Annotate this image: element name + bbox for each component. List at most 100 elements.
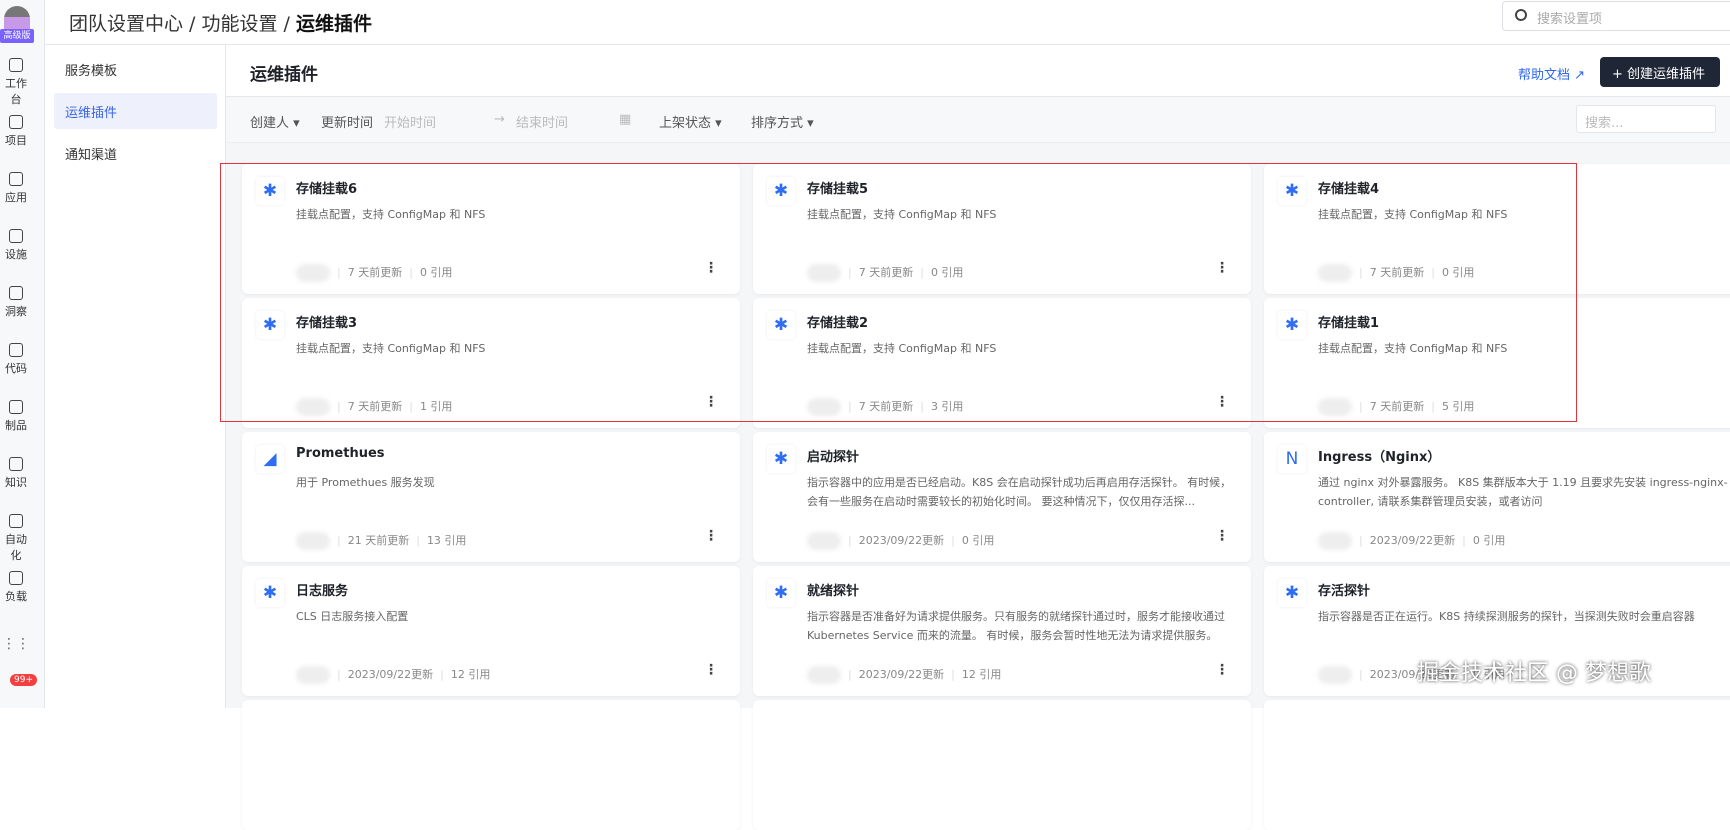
card-meta: | 7 天前更新 | 0 引用	[296, 264, 452, 282]
start-time-input[interactable]: 开始时间	[384, 112, 436, 131]
arrow-right-icon: →	[494, 112, 505, 127]
nav-icon	[9, 514, 23, 528]
card-description: CLS 日志服务接入配置	[296, 610, 409, 623]
rail-item[interactable]: 项目	[0, 115, 32, 148]
rail-item[interactable]: 自动化	[0, 514, 32, 563]
card-updated: 2023/09/22更新	[858, 534, 945, 547]
plugin-card[interactable]: ✱ 启动探针 指示容器中的应用是否已经启动。K8S 会在启动探针成功后再启用存活探针…	[753, 432, 1251, 562]
calendar-icon[interactable]: ▦	[619, 112, 631, 127]
subnav-item-notify-channels[interactable]: 通知渠道	[54, 135, 217, 171]
breadcrumb-current: 运维插件	[295, 13, 372, 35]
plugin-card[interactable]: ✱ 存储挂载2 挂载点配置，支持 ConfigMap 和 NFS | 7 天前更新 | 3 …	[753, 298, 1251, 428]
card-title: 存储挂载6	[296, 182, 358, 197]
rail-item[interactable]: 代码	[0, 343, 32, 376]
plugin-card[interactable]: ✱ 存储挂载3 挂载点配置，支持 ConfigMap 和 NFS | 7 天前更新 | 1 …	[242, 298, 740, 428]
end-time-input[interactable]: 结束时间	[516, 112, 568, 131]
subnav-item-ops-plugins[interactable]: 运维插件	[54, 93, 217, 129]
author-avatar	[296, 264, 330, 282]
card-title: 日志服务	[296, 584, 349, 599]
puzzle-icon: ✱	[256, 311, 284, 339]
card-description: 通过 nginx 对外暴露服务。 K8S 集群版本大于 1.19 且要求先安装 …	[1318, 476, 1728, 508]
notification-badge[interactable]: 99+	[10, 674, 37, 686]
rail-item[interactable]: 应用	[0, 172, 32, 205]
author-avatar	[1318, 666, 1352, 684]
more-icon[interactable]: ⋮	[704, 394, 718, 410]
plugin-card[interactable]: ◢ Promethues 用于 Promethues 服务发现 | 21 天前更新 | 13…	[242, 432, 740, 562]
nav-icon	[9, 172, 23, 186]
plugin-card[interactable]	[1264, 700, 1730, 830]
more-icon[interactable]: ⋮	[1215, 394, 1229, 410]
breadcrumb-parent[interactable]: 团队设置中心 / 功能设置 /	[69, 13, 296, 35]
plugin-card[interactable]: ✱ 就绪探针 指示容器是否准备好为请求提供服务。只有服务的就绪探针通过时，服务才能接…	[753, 566, 1251, 696]
subnav-item-service-template[interactable]: 服务模板	[54, 51, 217, 87]
card-refs: 0 引用	[1441, 266, 1475, 279]
search-icon	[1515, 9, 1527, 21]
watermark: 掘金技术社区 @ 梦想歌	[1417, 661, 1651, 686]
more-icon[interactable]: ⋮	[1726, 662, 1730, 678]
more-icon[interactable]: ⋮	[704, 260, 718, 276]
more-icon[interactable]: ⋮	[1215, 662, 1229, 678]
plugin-card[interactable]: ✱ 存储挂载1 挂载点配置，支持 ConfigMap 和 NFS | 7 天前更新 | 5 …	[1264, 298, 1730, 428]
plan-badge: 高级版	[0, 29, 34, 43]
create-plugin-button[interactable]: + 创建运维插件	[1600, 57, 1720, 87]
nav-icon	[9, 58, 23, 72]
rail-item-label: 项目	[5, 134, 27, 147]
card-refs: 1 引用	[419, 400, 453, 413]
card-description: 指示容器是否准备好为请求提供服务。只有服务的就绪探针通过时，服务才能接收通过 K…	[807, 610, 1225, 642]
rail-item[interactable]: 负载	[0, 571, 32, 604]
card-updated: 2023/09/22更新	[1369, 534, 1456, 547]
card-meta: | 7 天前更新 | 0 引用	[1318, 264, 1474, 282]
rail-item[interactable]: 制品	[0, 400, 32, 433]
puzzle-icon: ✱	[1278, 177, 1306, 205]
more-icon[interactable]: ⋮	[1726, 260, 1730, 276]
card-refs: 0 引用	[419, 266, 453, 279]
puzzle-icon: ✱	[256, 177, 284, 205]
more-icon[interactable]: ⋮	[1726, 528, 1730, 544]
author-avatar	[1318, 532, 1352, 550]
author-avatar	[296, 398, 330, 416]
rail-item[interactable]: 洞察	[0, 286, 32, 319]
card-refs: 0 引用	[961, 534, 995, 547]
puzzle-icon: ✱	[256, 579, 284, 607]
card-title: 存活探针	[1318, 584, 1371, 599]
card-description: 挂载点配置，支持 ConfigMap 和 NFS	[1318, 208, 1508, 221]
rail-item[interactable]: 设施	[0, 229, 32, 262]
puzzle-icon: ✱	[767, 311, 795, 339]
rail-item[interactable]: 知识	[0, 457, 32, 490]
card-refs: 5 引用	[1441, 400, 1475, 413]
settings-search-input[interactable]: 搜索设置项	[1502, 1, 1730, 31]
plugin-card[interactable]: ✱ 存储挂载5 挂载点配置，支持 ConfigMap 和 NFS | 7 天前更新 | 0 …	[753, 164, 1251, 294]
card-updated: 21 天前更新	[347, 534, 410, 547]
plugin-card[interactable]: N Ingress（Nginx） 通过 nginx 对外暴露服务。 K8S 集群版本…	[1264, 432, 1730, 562]
card-meta: | 7 天前更新 | 5 引用	[1318, 398, 1474, 416]
updated-time-label: 更新时间	[321, 116, 374, 131]
more-icon[interactable]: ⋮	[704, 662, 718, 678]
plugin-card[interactable]: ✱ 存储挂载4 挂载点配置，支持 ConfigMap 和 NFS | 7 天前更新 | 0 …	[1264, 164, 1730, 294]
help-docs-link[interactable]: 帮助文档 ↗	[1518, 64, 1585, 83]
card-refs: 13 引用	[426, 534, 467, 547]
rail-item[interactable]: 工作台	[0, 58, 32, 107]
plugin-card[interactable]: ✱ 存储挂载6 挂载点配置，支持 ConfigMap 和 NFS | 7 天前更新 | 0 …	[242, 164, 740, 294]
card-title: 存储挂载5	[807, 182, 869, 197]
plugin-card[interactable]	[242, 700, 740, 830]
more-icon[interactable]: ⋮	[704, 528, 718, 544]
card-description: 用于 Promethues 服务发现	[296, 476, 435, 489]
more-icon[interactable]: ⋮	[1215, 528, 1229, 544]
grid-icon[interactable]: ⋮⋮	[0, 636, 32, 652]
more-icon[interactable]: ⋮	[1726, 394, 1730, 410]
status-filter[interactable]: 上架状态 ▾	[659, 112, 722, 131]
plugin-card[interactable]: ✱ 日志服务 CLS 日志服务接入配置 | 2023/09/22更新 | 12 引用 ⋮	[242, 566, 740, 696]
puzzle-icon: ✱	[1278, 311, 1306, 339]
puzzle-icon: ✱	[767, 579, 795, 607]
card-meta: | 7 天前更新 | 1 引用	[296, 398, 452, 416]
card-updated: 7 天前更新	[1369, 400, 1425, 413]
creator-filter[interactable]: 创建人 ▾	[250, 112, 300, 131]
plugin-search-input[interactable]: 搜索...	[1576, 105, 1716, 133]
card-description: 挂载点配置，支持 ConfigMap 和 NFS	[1318, 342, 1508, 355]
author-avatar	[296, 666, 330, 684]
more-icon[interactable]: ⋮	[1215, 260, 1229, 276]
sort-filter[interactable]: 排序方式 ▾	[751, 112, 814, 131]
plugin-card[interactable]	[753, 700, 1251, 830]
rail-item-label: 制品	[5, 419, 27, 432]
author-avatar	[807, 532, 841, 550]
